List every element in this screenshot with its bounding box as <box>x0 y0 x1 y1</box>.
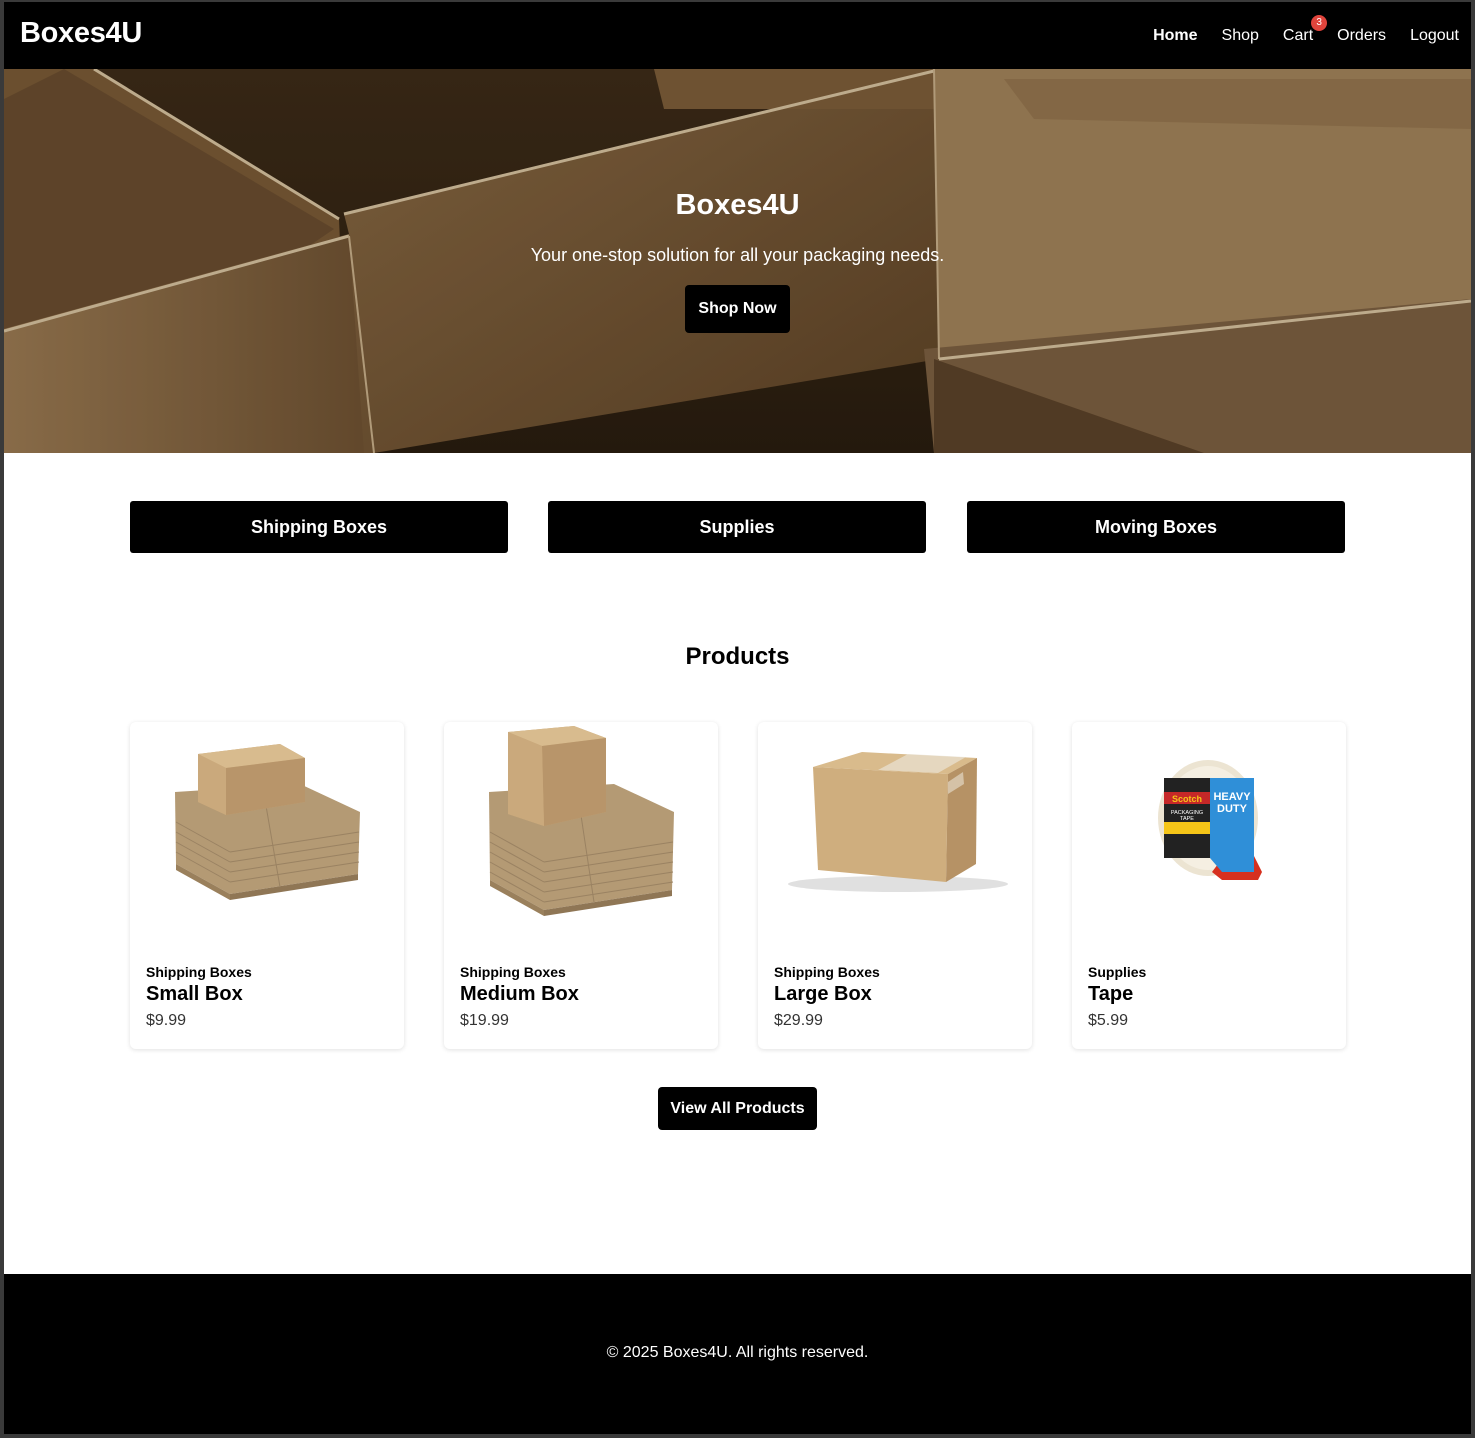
product-card-small-box[interactable]: Shipping Boxes Small Box $9.99 <box>130 722 404 1049</box>
shop-now-button[interactable]: Shop Now <box>685 285 790 333</box>
product-card-medium-box[interactable]: Shipping Boxes Medium Box $19.99 <box>444 722 718 1049</box>
product-card-tape[interactable]: Scotch PACKAGING TAPE HEAVY DUTY Supplie… <box>1072 722 1346 1049</box>
product-name: Tape <box>1088 983 1134 1005</box>
product-price: $9.99 <box>146 1012 187 1029</box>
products-heading: Products <box>685 643 790 670</box>
packaging-tape-image: Scotch PACKAGING TAPE HEAVY DUTY <box>1158 760 1262 880</box>
footer-copyright: © 2025 Boxes4U. All rights reserved. <box>606 1344 869 1361</box>
nav-cart-label: Cart <box>1282 27 1314 44</box>
tape-label-line2: TAPE <box>1180 816 1194 822</box>
product-price: $19.99 <box>460 1012 509 1029</box>
tape-brand-text: Scotch <box>1172 794 1202 804</box>
product-category: Shipping Boxes <box>460 964 566 980</box>
product-name: Small Box <box>146 983 243 1005</box>
small-box-image <box>175 744 360 900</box>
product-category: Shipping Boxes <box>774 964 880 980</box>
nav-home-link[interactable]: Home <box>1153 27 1197 45</box>
product-name: Large Box <box>774 983 872 1005</box>
product-card-large-box[interactable]: Shipping Boxes Large Box $29.99 <box>758 722 1032 1049</box>
nav-shop-link[interactable]: Shop <box>1222 27 1259 45</box>
category-shipping-boxes-button[interactable]: Shipping Boxes <box>130 501 508 553</box>
category-supplies-button[interactable]: Supplies <box>548 501 926 553</box>
view-all-products-button[interactable]: View All Products <box>658 1087 817 1130</box>
product-category: Shipping Boxes <box>146 964 252 980</box>
top-navbar: Boxes4U Home Shop Cart 3 Orders Logout <box>4 2 1471 69</box>
nav-links: Home Shop Cart 3 Orders Logout <box>1129 15 1459 48</box>
page-footer: © 2025 Boxes4U. All rights reserved. <box>4 1274 1471 1434</box>
tape-duty-line1: HEAVY <box>1213 791 1251 803</box>
cart-count-badge: 3 <box>1311 15 1328 31</box>
medium-box-image <box>489 726 674 916</box>
product-price: $29.99 <box>774 1012 823 1029</box>
hero-banner: Boxes4U Your one-stop solution for all y… <box>4 69 1471 453</box>
nav-logout-link[interactable]: Logout <box>1410 27 1459 45</box>
large-box-image <box>788 752 1008 892</box>
nav-orders-link[interactable]: Orders <box>1337 27 1386 45</box>
app-window: Boxes4U Home Shop Cart 3 Orders Logout B… <box>4 2 1471 1434</box>
hero-subtitle: Your one-stop solution for all your pack… <box>530 245 945 265</box>
brand-logo[interactable]: Boxes4U <box>20 17 142 50</box>
category-moving-boxes-button[interactable]: Moving Boxes <box>967 501 1345 553</box>
tape-duty-line2: DUTY <box>1217 803 1248 815</box>
hero-title: Boxes4U <box>675 189 800 221</box>
product-name: Medium Box <box>460 983 579 1005</box>
nav-cart-link[interactable]: Cart 3 <box>1282 15 1328 45</box>
product-category: Supplies <box>1088 964 1147 980</box>
product-price: $5.99 <box>1088 1012 1129 1029</box>
